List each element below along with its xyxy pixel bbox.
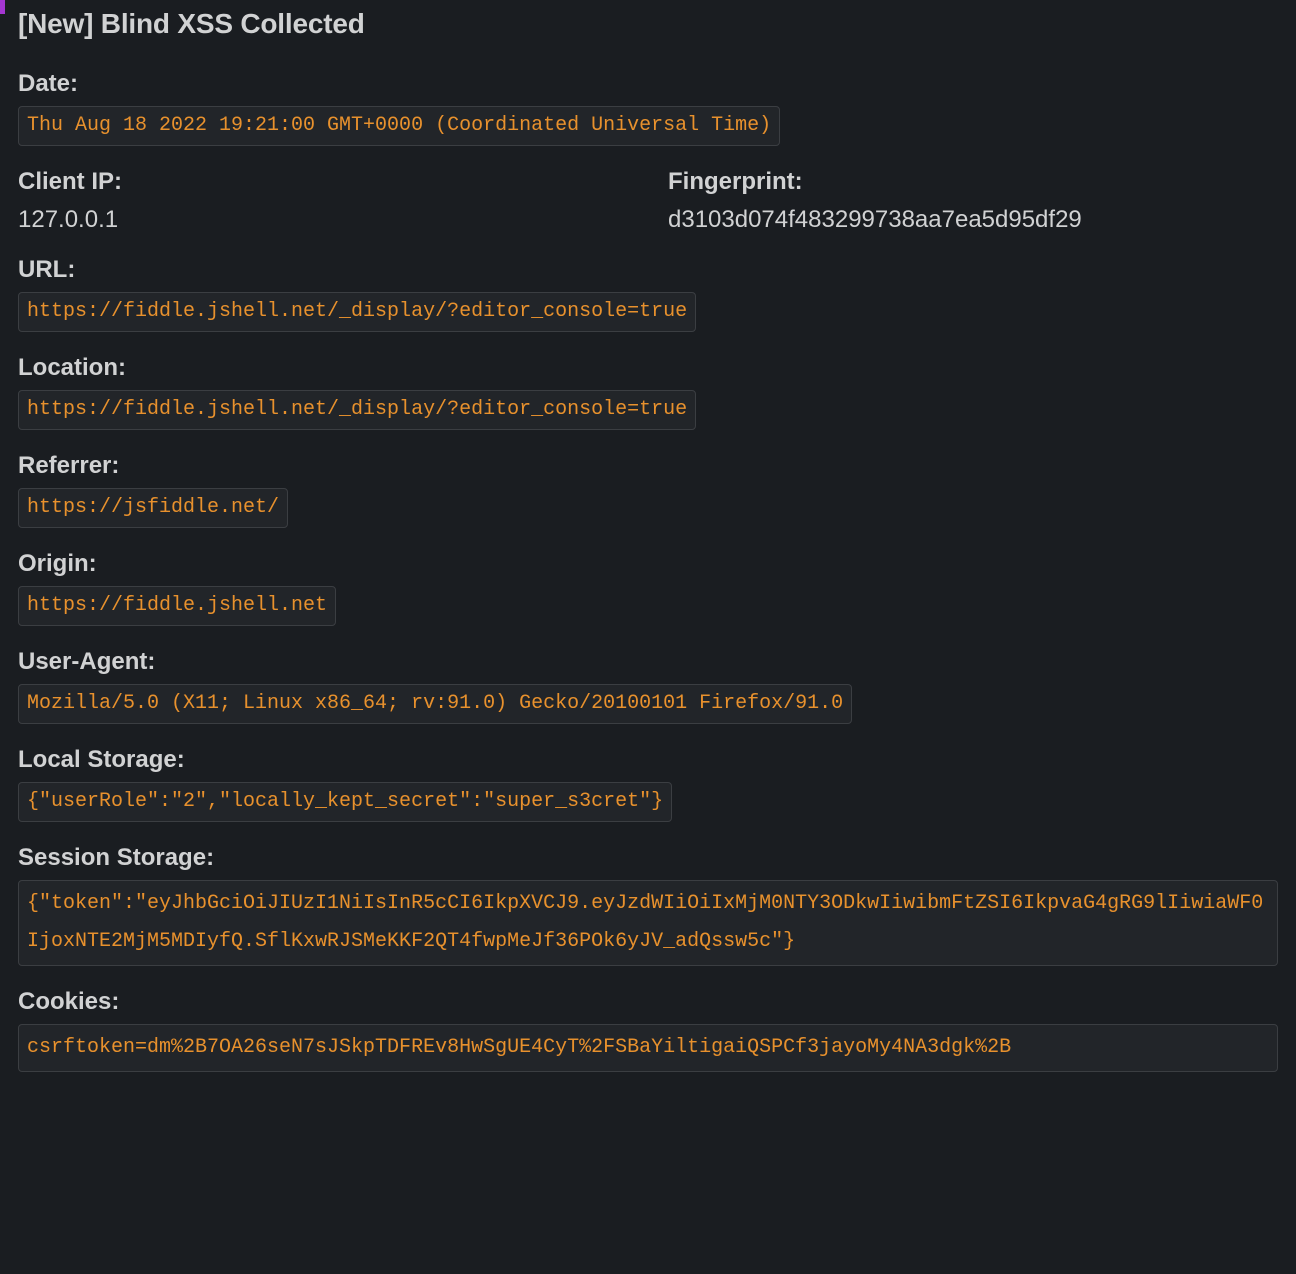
message-title: [New] Blind XSS Collected xyxy=(18,8,1278,40)
value-fingerprint: d3103d074f483299738aa7ea5d95df29 xyxy=(668,206,1278,234)
field-url: URL: https://fiddle.jshell.net/_display/… xyxy=(18,256,1278,332)
label-session-storage: Session Storage: xyxy=(18,844,1278,872)
label-date: Date: xyxy=(18,70,1278,98)
label-url: URL: xyxy=(18,256,1278,284)
label-referrer: Referrer: xyxy=(18,452,1278,480)
label-cookies: Cookies: xyxy=(18,988,1278,1016)
field-fingerprint: Fingerprint: d3103d074f483299738aa7ea5d9… xyxy=(668,168,1278,234)
field-location: Location: https://fiddle.jshell.net/_dis… xyxy=(18,354,1278,430)
field-referrer: Referrer: https://jsfiddle.net/ xyxy=(18,452,1278,528)
label-location: Location: xyxy=(18,354,1278,382)
label-origin: Origin: xyxy=(18,550,1278,578)
label-client-ip: Client IP: xyxy=(18,168,628,196)
label-local-storage: Local Storage: xyxy=(18,746,1278,774)
field-cookies: Cookies: csrftoken=dm%2B7OA26seN7sJSkpTD… xyxy=(18,988,1278,1072)
field-user-agent: User-Agent: Mozilla/5.0 (X11; Linux x86_… xyxy=(18,648,1278,724)
field-client-ip: Client IP: 127.0.0.1 xyxy=(18,168,628,234)
value-user-agent: Mozilla/5.0 (X11; Linux x86_64; rv:91.0)… xyxy=(18,684,852,724)
accent-bar xyxy=(0,0,5,14)
field-origin: Origin: https://fiddle.jshell.net xyxy=(18,550,1278,626)
value-date: Thu Aug 18 2022 19:21:00 GMT+0000 (Coord… xyxy=(18,106,780,146)
value-origin: https://fiddle.jshell.net xyxy=(18,586,336,626)
field-session-storage: Session Storage: {"token":"eyJhbGciOiJIU… xyxy=(18,844,1278,966)
message-container: [New] Blind XSS Collected Date: Thu Aug … xyxy=(0,0,1296,1072)
field-date: Date: Thu Aug 18 2022 19:21:00 GMT+0000 … xyxy=(18,70,1278,146)
label-fingerprint: Fingerprint: xyxy=(668,168,1278,196)
field-local-storage: Local Storage: {"userRole":"2","locally_… xyxy=(18,746,1278,822)
value-location: https://fiddle.jshell.net/_display/?edit… xyxy=(18,390,696,430)
value-client-ip: 127.0.0.1 xyxy=(18,206,628,234)
value-cookies: csrftoken=dm%2B7OA26seN7sJSkpTDFREv8HwSg… xyxy=(18,1024,1278,1072)
label-user-agent: User-Agent: xyxy=(18,648,1278,676)
value-url: https://fiddle.jshell.net/_display/?edit… xyxy=(18,292,696,332)
value-session-storage: {"token":"eyJhbGciOiJIUzI1NiIsInR5cCI6Ik… xyxy=(18,880,1278,966)
value-referrer: https://jsfiddle.net/ xyxy=(18,488,288,528)
value-local-storage: {"userRole":"2","locally_kept_secret":"s… xyxy=(18,782,672,822)
